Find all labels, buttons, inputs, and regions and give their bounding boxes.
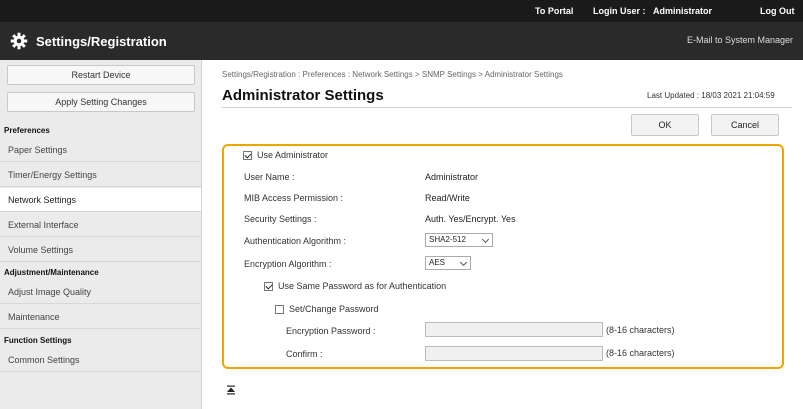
apply-setting-changes-button[interactable]: Apply Setting Changes [7,92,195,112]
page-title: Administrator Settings [222,87,384,104]
confirm-password-label: Confirm : [286,349,323,359]
cancel-button[interactable]: Cancel [711,114,779,136]
top-bar: To Portal Login User : Administrator Log… [0,0,803,22]
sidebar-item-volume-settings[interactable]: Volume Settings [0,238,201,262]
encryption-password-label: Encryption Password : [286,326,376,336]
app-title: Settings/Registration [36,34,167,49]
set-change-password-checkbox[interactable] [275,305,284,314]
encryption-password-field[interactable] [425,322,603,337]
breadcrumb: Settings/Registration : Preferences : Ne… [222,70,563,79]
mib-access-permission-value: Read/Write [425,193,470,203]
use-same-password-checkbox[interactable] [264,282,273,291]
category-function-settings: Function Settings [4,336,72,345]
logout-link[interactable]: Log Out [760,6,795,16]
ok-button[interactable]: OK [631,114,699,136]
security-settings-label: Security Settings : [244,214,317,224]
title-bar: Settings/Registration E-Mail to System M… [0,22,803,60]
authentication-algorithm-value: SHA2-512 [429,235,466,244]
login-user-name: Administrator [653,6,713,16]
user-name-label: User Name : [244,172,295,182]
use-administrator-checkbox[interactable] [243,151,252,160]
set-change-password-label: Set/Change Password [289,304,379,314]
use-same-password-label: Use Same Password as for Authentication [278,281,447,291]
sidebar-item-common-settings[interactable]: Common Settings [0,348,201,372]
mib-access-permission-label: MIB Access Permission : [244,193,344,203]
sidebar-item-maintenance[interactable]: Maintenance [0,305,201,329]
sidebar-item-timer-energy-settings[interactable]: Timer/Energy Settings [0,163,201,187]
security-settings-value: Auth. Yes/Encrypt. Yes [425,214,516,224]
sidebar-item-adjust-image-quality[interactable]: Adjust Image Quality [0,280,201,304]
sidebar-item-paper-settings[interactable]: Paper Settings [0,138,201,162]
encryption-algorithm-value: AES [429,258,446,267]
sidebar-item-external-interface[interactable]: External Interface [0,213,201,237]
user-name-value: Administrator [425,172,479,182]
category-adjustment-maintenance: Adjustment/Maintenance [4,268,99,277]
confirm-password-hint: (8-16 characters) [606,348,675,358]
chevron-down-icon [459,258,468,267]
last-updated: Last Updated : 18/03 2021 21:04:59 [647,91,775,100]
sidebar: Restart Device Apply Setting Changes Pre… [0,60,202,409]
email-system-manager-link[interactable]: E-Mail to System Manager [687,35,793,45]
confirm-password-field[interactable] [425,346,603,361]
encryption-algorithm-select[interactable]: AES [425,256,471,270]
use-administrator-label: Use Administrator [257,150,329,160]
sidebar-item-network-settings[interactable]: Network Settings [0,188,201,212]
login-user-label: Login User : [593,6,646,16]
chevron-down-icon [481,235,490,244]
gear-icon [10,32,28,50]
authentication-algorithm-select[interactable]: SHA2-512 [425,233,493,247]
title-divider [222,107,792,108]
scroll-to-top-icon[interactable] [226,385,236,395]
portal-link[interactable]: To Portal [535,6,573,16]
restart-device-button[interactable]: Restart Device [7,65,195,85]
encryption-algorithm-label: Encryption Algorithm : [244,259,332,269]
authentication-algorithm-label: Authentication Algorithm : [244,236,347,246]
category-preferences: Preferences [4,126,50,135]
encryption-password-hint: (8-16 characters) [606,325,675,335]
